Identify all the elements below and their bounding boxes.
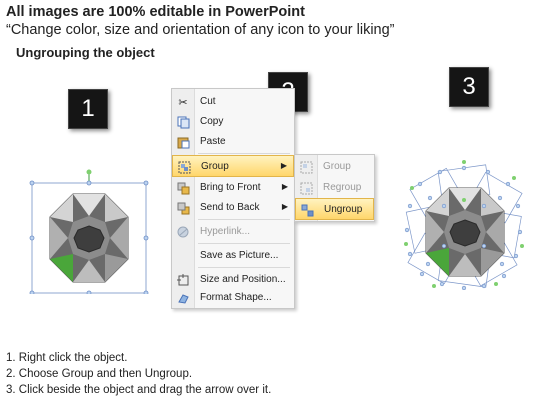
- menu-item-hyperlink[interactable]: Hyperlink...: [172, 221, 294, 243]
- menu-item-label: Format Shape...: [200, 292, 272, 303]
- group-submenu: Group Regroup Ungroup: [294, 154, 375, 222]
- ungrouped-star-shape[interactable]: [404, 158, 526, 290]
- submenu-item-group[interactable]: Group: [295, 156, 374, 178]
- format-shape-icon: [176, 291, 190, 305]
- context-menu: ✂ Cut Copy Paste Group ▶ Bring to Front …: [171, 88, 295, 309]
- step-badge-3: 3: [449, 67, 489, 107]
- menu-item-label: Group: [323, 161, 351, 172]
- menu-item-save-as-picture[interactable]: Save as Picture...: [172, 245, 294, 267]
- menu-item-group[interactable]: Group ▶: [172, 155, 294, 177]
- submenu-arrow-icon: ▶: [281, 182, 288, 191]
- menu-item-label: Size and Position...: [200, 274, 286, 285]
- size-position-icon: [176, 273, 190, 287]
- hyperlink-icon: [176, 225, 190, 239]
- paste-icon: [176, 135, 190, 149]
- ungroup-icon: [300, 203, 314, 217]
- menu-item-label: Bring to Front: [200, 182, 261, 193]
- regroup-icon: [299, 181, 313, 195]
- step-2-text: 2. Choose Group and then Ungroup.: [6, 368, 193, 380]
- copy-icon: [176, 115, 190, 129]
- bring-to-front-icon: [176, 181, 190, 195]
- menu-item-label: Paste: [200, 136, 226, 147]
- menu-separator: [198, 267, 290, 268]
- step-1-text: 1. Right click the object.: [6, 352, 128, 364]
- submenu-item-ungroup[interactable]: Ungroup: [295, 198, 374, 220]
- instruction-steps: 1. Right click the object. 2. Choose Gro…: [6, 350, 271, 398]
- send-to-back-icon: [176, 201, 190, 215]
- menu-separator: [198, 243, 290, 244]
- step-3-text: 3. Click beside the object and drag the …: [6, 384, 272, 396]
- menu-item-copy[interactable]: Copy: [172, 111, 294, 133]
- submenu-item-regroup[interactable]: Regroup: [295, 177, 374, 199]
- group-icon: [177, 160, 191, 174]
- menu-item-format-shape[interactable]: Format Shape...: [172, 287, 294, 309]
- menu-item-label: Save as Picture...: [200, 250, 279, 261]
- menu-item-label: Group: [201, 161, 229, 172]
- menu-item-send-to-back[interactable]: Send to Back ▶: [172, 197, 294, 219]
- submenu-arrow-icon: ▶: [281, 202, 288, 211]
- submenu-arrow-icon: ▶: [280, 161, 287, 170]
- menu-item-label: Copy: [200, 116, 224, 127]
- menu-item-label: Cut: [200, 96, 216, 107]
- scissors-icon: ✂: [178, 96, 188, 109]
- grouped-star-shape[interactable]: [28, 166, 150, 294]
- menu-item-label: Send to Back: [200, 202, 260, 213]
- menu-separator: [198, 153, 290, 154]
- menu-item-cut[interactable]: ✂ Cut: [172, 91, 294, 113]
- page-subtitle: “Change color, size and orientation of a…: [6, 22, 395, 38]
- group-icon: [299, 160, 313, 174]
- menu-item-bring-to-front[interactable]: Bring to Front ▶: [172, 177, 294, 199]
- step-badge-1: 1: [68, 89, 108, 129]
- page-title: All images are 100% editable in PowerPoi…: [6, 4, 305, 20]
- menu-item-paste[interactable]: Paste: [172, 131, 294, 153]
- section-heading: Ungrouping the object: [16, 45, 155, 60]
- menu-item-label: Hyperlink...: [200, 226, 251, 237]
- menu-item-label: Ungroup: [324, 204, 363, 215]
- menu-item-label: Regroup: [323, 182, 362, 193]
- menu-separator: [198, 219, 290, 220]
